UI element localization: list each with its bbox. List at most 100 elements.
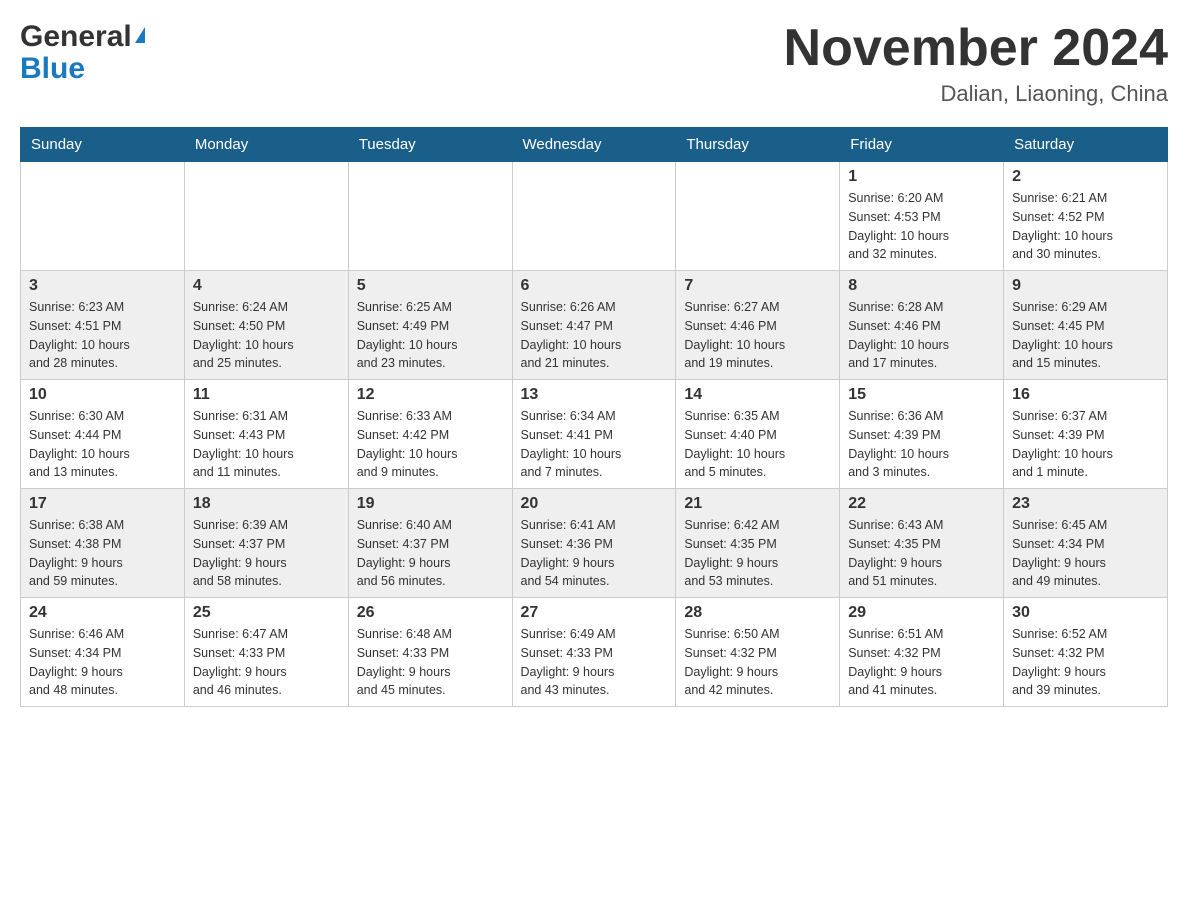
day-info: Sunrise: 6:24 AM Sunset: 4:50 PM Dayligh… <box>193 298 340 373</box>
table-row <box>512 162 676 271</box>
calendar-container: Sunday Monday Tuesday Wednesday Thursday… <box>20 127 1168 707</box>
day-info: Sunrise: 6:33 AM Sunset: 4:42 PM Dayligh… <box>357 407 504 482</box>
day-number: 12 <box>357 386 504 404</box>
table-row: 28Sunrise: 6:50 AM Sunset: 4:32 PM Dayli… <box>676 598 840 707</box>
table-row: 1 Sunrise: 6:20 AM Sunset: 4:53 PM Daylig… <box>840 162 1004 271</box>
header-thursday: Thursday <box>676 128 840 162</box>
page-header: General Blue November 2024 Dalian, Liaon… <box>20 20 1168 107</box>
day-info: Sunrise: 6:39 AM Sunset: 4:37 PM Dayligh… <box>193 516 340 591</box>
day-number: 17 <box>29 495 176 513</box>
table-row: 27 Sunrise: 6:49 AM Sunset: 4:33 PM Dayli… <box>512 598 676 707</box>
table-row: 26Sunrise: 6:48 AM Sunset: 4:33 PM Dayli… <box>348 598 512 707</box>
day-number: 4 <box>193 277 340 295</box>
day-info: Sunrise: 6:41 AM Sunset: 4:36 PM Dayligh… <box>521 516 668 591</box>
header-saturday: Saturday <box>1004 128 1168 162</box>
day-info: Sunrise: 6:42 AM Sunset: 4:35 PM Dayligh… <box>684 516 831 591</box>
day-number: 15 <box>848 386 995 404</box>
logo-display: General Blue <box>20 22 145 86</box>
day-number: 22 <box>848 495 995 513</box>
table-row <box>348 162 512 271</box>
logo-blue-text: Blue <box>20 52 85 85</box>
day-info: Sunrise: 6:48 AM Sunset: 4:33 PM Dayligh… <box>357 625 504 700</box>
table-row: 29 Sunrise: 6:51 AM Sunset: 4:32 PM Dayli… <box>840 598 1004 707</box>
day-info: Sunrise: 6:20 AM Sunset: 4:53 PM Dayligh… <box>848 189 995 264</box>
day-number: 25 <box>193 604 340 622</box>
day-number: 27 <box>521 604 668 622</box>
header-sunday: Sunday <box>21 128 185 162</box>
week-row-1: 1 Sunrise: 6:20 AM Sunset: 4:53 PM Daylig… <box>21 162 1168 271</box>
day-number: 30 <box>1012 604 1159 622</box>
day-info: Sunrise: 6:49 AM Sunset: 4:33 PM Dayligh… <box>521 625 668 700</box>
table-row: 14Sunrise: 6:35 AM Sunset: 4:40 PM Dayli… <box>676 380 840 489</box>
day-number: 29 <box>848 604 995 622</box>
calendar-subtitle: Dalian, Liaoning, China <box>784 81 1168 107</box>
day-info: Sunrise: 6:36 AM Sunset: 4:39 PM Dayligh… <box>848 407 995 482</box>
table-row: 19 Sunrise: 6:40 AM Sunset: 4:37 PM Dayli… <box>348 489 512 598</box>
day-info: Sunrise: 6:21 AM Sunset: 4:52 PM Dayligh… <box>1012 189 1159 264</box>
table-row: 23 Sunrise: 6:45 AM Sunset: 4:34 PM Dayli… <box>1004 489 1168 598</box>
table-row: 15 Sunrise: 6:36 AM Sunset: 4:39 PM Dayli… <box>840 380 1004 489</box>
header-wednesday: Wednesday <box>512 128 676 162</box>
day-number: 6 <box>521 277 668 295</box>
day-info: Sunrise: 6:37 AM Sunset: 4:39 PM Dayligh… <box>1012 407 1159 482</box>
table-row: 5 Sunrise: 6:25 AM Sunset: 4:49 PM Daylig… <box>348 271 512 380</box>
day-number: 7 <box>684 277 831 295</box>
day-number: 21 <box>684 495 831 513</box>
day-number: 3 <box>29 277 176 295</box>
week-row-3: 10 Sunrise: 6:30 AM Sunset: 4:44 PM Dayli… <box>21 380 1168 489</box>
table-row <box>184 162 348 271</box>
table-row: 30 Sunrise: 6:52 AM Sunset: 4:32 PM Dayli… <box>1004 598 1168 707</box>
day-info: Sunrise: 6:25 AM Sunset: 4:49 PM Dayligh… <box>357 298 504 373</box>
calendar-header: Sunday Monday Tuesday Wednesday Thursday… <box>21 128 1168 162</box>
calendar-table: Sunday Monday Tuesday Wednesday Thursday… <box>20 127 1168 707</box>
table-row: 17 Sunrise: 6:38 AM Sunset: 4:38 PM Dayli… <box>21 489 185 598</box>
day-info: Sunrise: 6:30 AM Sunset: 4:44 PM Dayligh… <box>29 407 176 482</box>
header-monday: Monday <box>184 128 348 162</box>
day-number: 11 <box>193 386 340 404</box>
day-info: Sunrise: 6:38 AM Sunset: 4:38 PM Dayligh… <box>29 516 176 591</box>
table-row: 22 Sunrise: 6:43 AM Sunset: 4:35 PM Dayli… <box>840 489 1004 598</box>
table-row: 8 Sunrise: 6:28 AM Sunset: 4:46 PM Daylig… <box>840 271 1004 380</box>
day-number: 19 <box>357 495 504 513</box>
day-number: 23 <box>1012 495 1159 513</box>
day-number: 9 <box>1012 277 1159 295</box>
header-tuesday: Tuesday <box>348 128 512 162</box>
table-row <box>21 162 185 271</box>
day-number: 10 <box>29 386 176 404</box>
table-row: 6 Sunrise: 6:26 AM Sunset: 4:47 PM Daylig… <box>512 271 676 380</box>
table-row: 9Sunrise: 6:29 AM Sunset: 4:45 PM Daylig… <box>1004 271 1168 380</box>
table-row: 2 Sunrise: 6:21 AM Sunset: 4:52 PM Daylig… <box>1004 162 1168 271</box>
logo-general-text: General <box>20 22 132 52</box>
logo-triangle-icon <box>135 27 145 43</box>
day-info: Sunrise: 6:43 AM Sunset: 4:35 PM Dayligh… <box>848 516 995 591</box>
table-row: 3 Sunrise: 6:23 AM Sunset: 4:51 PM Daylig… <box>21 271 185 380</box>
day-info: Sunrise: 6:23 AM Sunset: 4:51 PM Dayligh… <box>29 298 176 373</box>
day-number: 20 <box>521 495 668 513</box>
day-info: Sunrise: 6:34 AM Sunset: 4:41 PM Dayligh… <box>521 407 668 482</box>
week-row-5: 24Sunrise: 6:46 AM Sunset: 4:34 PM Dayli… <box>21 598 1168 707</box>
table-row: 11Sunrise: 6:31 AM Sunset: 4:43 PM Dayli… <box>184 380 348 489</box>
table-row: 4 Sunrise: 6:24 AM Sunset: 4:50 PM Daylig… <box>184 271 348 380</box>
day-number: 8 <box>848 277 995 295</box>
day-number: 5 <box>357 277 504 295</box>
weekday-header-row: Sunday Monday Tuesday Wednesday Thursday… <box>21 128 1168 162</box>
day-number: 2 <box>1012 168 1159 186</box>
table-row: 25Sunrise: 6:47 AM Sunset: 4:33 PM Dayli… <box>184 598 348 707</box>
table-row: 21 Sunrise: 6:42 AM Sunset: 4:35 PM Dayli… <box>676 489 840 598</box>
day-info: Sunrise: 6:45 AM Sunset: 4:34 PM Dayligh… <box>1012 516 1159 591</box>
day-info: Sunrise: 6:28 AM Sunset: 4:46 PM Dayligh… <box>848 298 995 373</box>
day-info: Sunrise: 6:27 AM Sunset: 4:46 PM Dayligh… <box>684 298 831 373</box>
day-info: Sunrise: 6:51 AM Sunset: 4:32 PM Dayligh… <box>848 625 995 700</box>
day-info: Sunrise: 6:26 AM Sunset: 4:47 PM Dayligh… <box>521 298 668 373</box>
day-number: 13 <box>521 386 668 404</box>
week-row-2: 3 Sunrise: 6:23 AM Sunset: 4:51 PM Daylig… <box>21 271 1168 380</box>
table-row: 16Sunrise: 6:37 AM Sunset: 4:39 PM Dayli… <box>1004 380 1168 489</box>
day-number: 1 <box>848 168 995 186</box>
table-row: 10 Sunrise: 6:30 AM Sunset: 4:44 PM Dayli… <box>21 380 185 489</box>
calendar-title: November 2024 <box>784 20 1168 77</box>
logo-line2: Blue <box>20 52 145 86</box>
day-number: 18 <box>193 495 340 513</box>
table-row: 12 Sunrise: 6:33 AM Sunset: 4:42 PM Dayli… <box>348 380 512 489</box>
day-info: Sunrise: 6:40 AM Sunset: 4:37 PM Dayligh… <box>357 516 504 591</box>
day-info: Sunrise: 6:52 AM Sunset: 4:32 PM Dayligh… <box>1012 625 1159 700</box>
